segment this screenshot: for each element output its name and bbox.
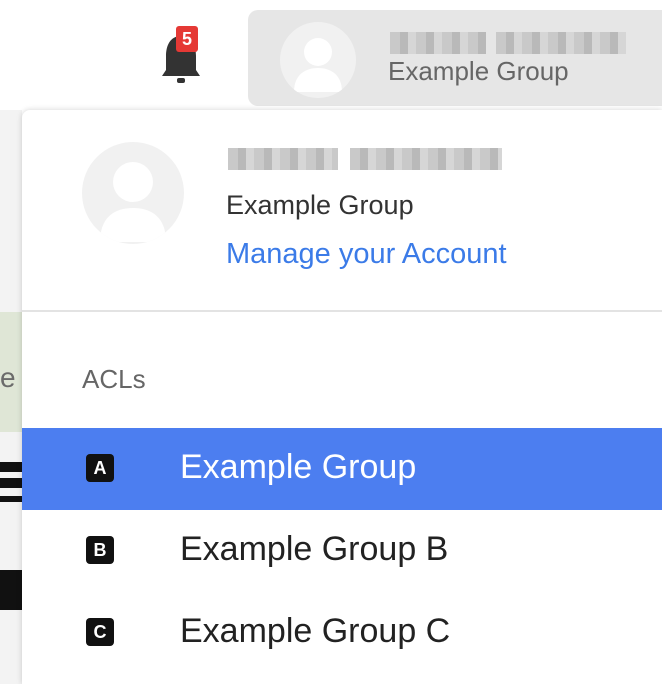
avatar (82, 142, 184, 244)
acl-item-label: Example Group B (180, 530, 449, 568)
user-group-label: Example Group (226, 190, 414, 220)
user-icon (100, 162, 166, 242)
divider (22, 310, 662, 312)
acl-item-example-group-b[interactable]: B Example Group B (22, 510, 662, 592)
background-dark-bar (0, 496, 22, 502)
background-dark-bar (0, 478, 22, 488)
acl-item-example-group-c[interactable]: C Example Group C (22, 592, 662, 674)
account-dropdown: Example Group Manage your Account ACLs A… (22, 110, 662, 684)
acl-item-example-group[interactable]: A Example Group (22, 428, 662, 510)
acl-section-title: ACLs (82, 364, 146, 394)
user-menu-button[interactable]: Example Group (248, 10, 662, 106)
manage-account-link[interactable]: Manage your Account (226, 238, 507, 271)
background-dark-bar (0, 462, 22, 472)
user-group-label: Example Group (388, 56, 569, 86)
acl-c-icon: C (86, 618, 114, 646)
notification-count-badge: 5 (176, 26, 198, 52)
background-partial-text: e (0, 362, 16, 393)
user-name-redacted (390, 32, 626, 54)
background-dark-bar (0, 570, 22, 610)
acl-item-label: Example Group C (180, 612, 451, 650)
user-name-redacted (228, 148, 502, 170)
acl-item-label: Example Group (180, 448, 417, 486)
acl-a-icon: A (86, 454, 114, 482)
user-icon (294, 38, 342, 92)
notifications-button[interactable]: 5 (158, 26, 204, 88)
acl-b-icon: B (86, 536, 114, 564)
avatar (280, 22, 356, 98)
